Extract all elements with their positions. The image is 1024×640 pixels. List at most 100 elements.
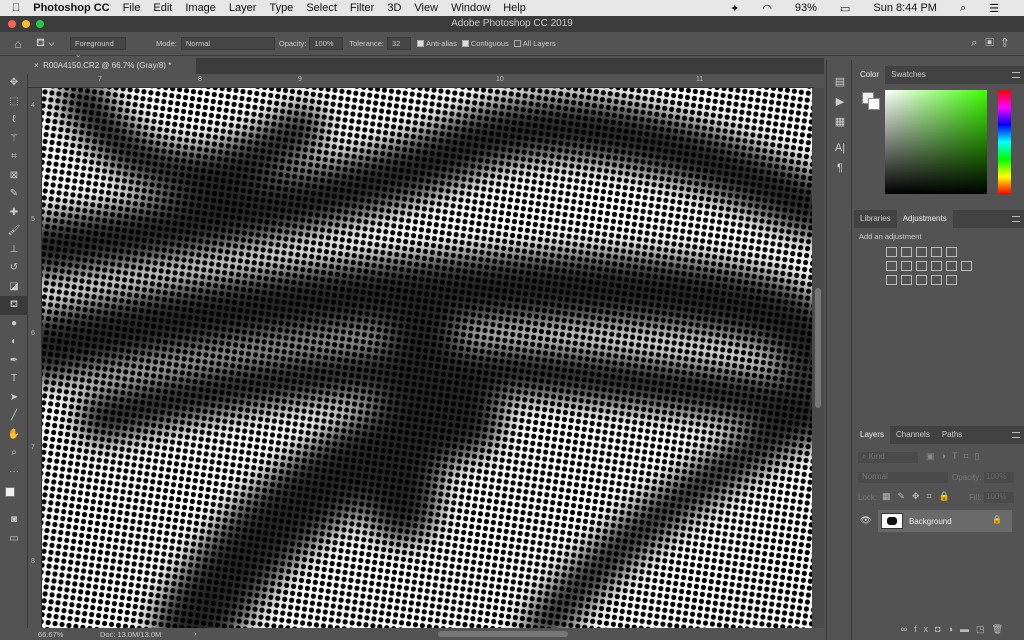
paint-bucket-preset-icon[interactable]: ⛾ ⌄ xyxy=(36,37,70,51)
adjustment-layer-icon[interactable]: ◑ xyxy=(948,624,960,634)
menu-image[interactable]: Image xyxy=(185,2,216,14)
type-tool-icon[interactable]: T xyxy=(0,370,28,389)
document-canvas[interactable] xyxy=(42,88,812,628)
wifi-icon[interactable]: ◠ xyxy=(762,2,772,15)
mode-select[interactable]: Normal xyxy=(180,37,275,50)
layer-opacity-input[interactable]: 100% xyxy=(984,472,1014,483)
invert-icon[interactable] xyxy=(886,275,897,285)
frame-tool-icon[interactable]: ⊠ xyxy=(0,167,28,186)
status-menu-arrow[interactable]: › xyxy=(194,629,197,638)
close-tab-icon[interactable]: × xyxy=(34,61,39,70)
selective-color-icon[interactable] xyxy=(931,275,942,285)
bg-color-swatch[interactable] xyxy=(868,98,880,110)
eyedropper-tool-icon[interactable]: ✎ xyxy=(0,185,28,204)
fill-source-select[interactable]: Foreground ⌄ xyxy=(70,37,126,59)
search-workspace-share-icons[interactable]: ⌕▣⇪ xyxy=(971,37,1016,50)
tab-swatches[interactable]: Swatches xyxy=(885,66,932,84)
vertical-scrollbar[interactable] xyxy=(812,88,824,628)
minimize-window-button[interactable] xyxy=(22,20,30,28)
actions-play-icon[interactable]: ▶ xyxy=(827,92,853,112)
search-icon[interactable]: ⌕ xyxy=(960,2,966,15)
tab-adjustments[interactable]: Adjustments xyxy=(896,210,953,228)
tab-channels[interactable]: Channels xyxy=(890,426,936,444)
character-icon[interactable]: A| xyxy=(827,138,853,158)
paragraph-icon[interactable]: ¶ xyxy=(827,158,853,178)
color-field[interactable] xyxy=(885,90,987,194)
vibrance-icon[interactable] xyxy=(946,247,957,257)
lock-icons[interactable]: ▦✎✥⌗🔒 xyxy=(882,491,957,502)
menu-type[interactable]: Type xyxy=(269,2,293,14)
gradient-map-icon[interactable] xyxy=(946,275,957,285)
menu-file[interactable]: File xyxy=(123,2,141,14)
tab-paths[interactable]: Paths xyxy=(936,426,968,444)
screen-mode-icon[interactable]: ▭ xyxy=(0,530,28,549)
move-tool-icon[interactable]: ✥ xyxy=(0,74,28,93)
history-icon[interactable]: ▤ xyxy=(827,72,853,92)
hue-saturation-icon[interactable] xyxy=(886,261,897,271)
horizontal-scroll-thumb[interactable] xyxy=(438,631,568,637)
paint-bucket-tool-icon[interactable]: ⛾ xyxy=(0,296,28,315)
crop-tool-icon[interactable]: ⌗ xyxy=(0,148,28,167)
all-layers-checkbox[interactable] xyxy=(513,40,521,47)
layer-filter-select[interactable]: ⌕ Kind xyxy=(858,452,918,463)
battery-percent[interactable]: 93% xyxy=(795,2,817,14)
lasso-tool-icon[interactable]: ℓ xyxy=(0,111,28,130)
tab-color[interactable]: Color xyxy=(854,66,886,84)
color-lookup-icon[interactable] xyxy=(961,261,972,271)
marquee-tool-icon[interactable]: ⬚ xyxy=(0,93,28,112)
scroll-thumb[interactable] xyxy=(815,288,821,408)
layer-row[interactable]: 👁 Background 🔒 xyxy=(854,510,1012,532)
foreground-color[interactable] xyxy=(5,487,15,497)
new-layer-icon[interactable]: ◳ xyxy=(976,624,992,634)
contiguous-checkbox[interactable] xyxy=(461,40,469,47)
delete-icon[interactable]: 🗑 xyxy=(992,624,1010,634)
brightness-icon[interactable] xyxy=(886,247,897,257)
link-icon[interactable]: ∞ xyxy=(901,624,914,634)
menu-view[interactable]: View xyxy=(414,2,438,14)
panel-menu-icon[interactable] xyxy=(1012,432,1020,438)
filter-type-icons[interactable]: ▣◑T⌗▯ xyxy=(926,451,985,462)
battery-icon[interactable]: ▭ xyxy=(840,2,850,15)
panel-menu-icon[interactable] xyxy=(1012,216,1020,222)
fx-icon[interactable]: fx xyxy=(914,624,935,634)
tab-layers[interactable]: Layers xyxy=(854,426,891,444)
tolerance-input[interactable]: 32 xyxy=(386,37,411,50)
dodge-tool-icon[interactable]: ◐ xyxy=(0,333,28,352)
panel-menu-icon[interactable] xyxy=(1012,72,1020,78)
eraser-tool-icon[interactable]: ◪ xyxy=(0,278,28,297)
history-brush-tool-icon[interactable]: ↺ xyxy=(0,259,28,278)
zoom-tool-icon[interactable]: ⌕ xyxy=(0,444,28,463)
menu-filter[interactable]: Filter xyxy=(350,2,374,14)
app-menu[interactable]: Photoshop CC xyxy=(33,2,109,14)
posterize-icon[interactable] xyxy=(901,275,912,285)
black-white-icon[interactable] xyxy=(916,261,927,271)
mask-icon[interactable]: ◘ xyxy=(935,624,947,634)
line-tool-icon[interactable]: ╱ xyxy=(0,407,28,426)
pen-tool-icon[interactable]: ✒ xyxy=(0,352,28,371)
color-balance-icon[interactable] xyxy=(901,261,912,271)
channel-mixer-icon[interactable] xyxy=(946,261,957,271)
opacity-input[interactable]: 100% xyxy=(309,37,344,50)
brush-tool-icon[interactable]: 🖌 xyxy=(0,222,28,241)
antialias-checkbox[interactable] xyxy=(416,40,424,47)
more-tools-icon[interactable]: ··· xyxy=(0,463,28,482)
zoom-window-button[interactable] xyxy=(36,20,44,28)
menu-layer[interactable]: Layer xyxy=(229,2,257,14)
levels-icon[interactable] xyxy=(901,247,912,257)
hand-tool-icon[interactable]: ✋ xyxy=(0,426,28,445)
layer-fill-input[interactable]: 100% xyxy=(984,492,1014,503)
layer-name[interactable]: Background xyxy=(909,517,952,526)
home-icon[interactable]: ⌂ xyxy=(0,37,36,51)
color-swatches[interactable] xyxy=(0,481,27,511)
group-icon[interactable]: ▬ xyxy=(960,624,976,634)
menu-icon[interactable]: ☰ xyxy=(989,2,999,15)
menu-3d[interactable]: 3D xyxy=(387,2,401,14)
threshold-icon[interactable] xyxy=(916,275,927,285)
close-window-button[interactable] xyxy=(8,20,16,28)
magic-wand-tool-icon[interactable]: ⚚ xyxy=(0,130,28,149)
photo-filter-icon[interactable] xyxy=(931,261,942,271)
menu-edit[interactable]: Edit xyxy=(153,2,172,14)
menu-help[interactable]: Help xyxy=(503,2,526,14)
menu-window[interactable]: Window xyxy=(451,2,490,14)
zoom-level[interactable]: 66.67% xyxy=(38,630,63,639)
